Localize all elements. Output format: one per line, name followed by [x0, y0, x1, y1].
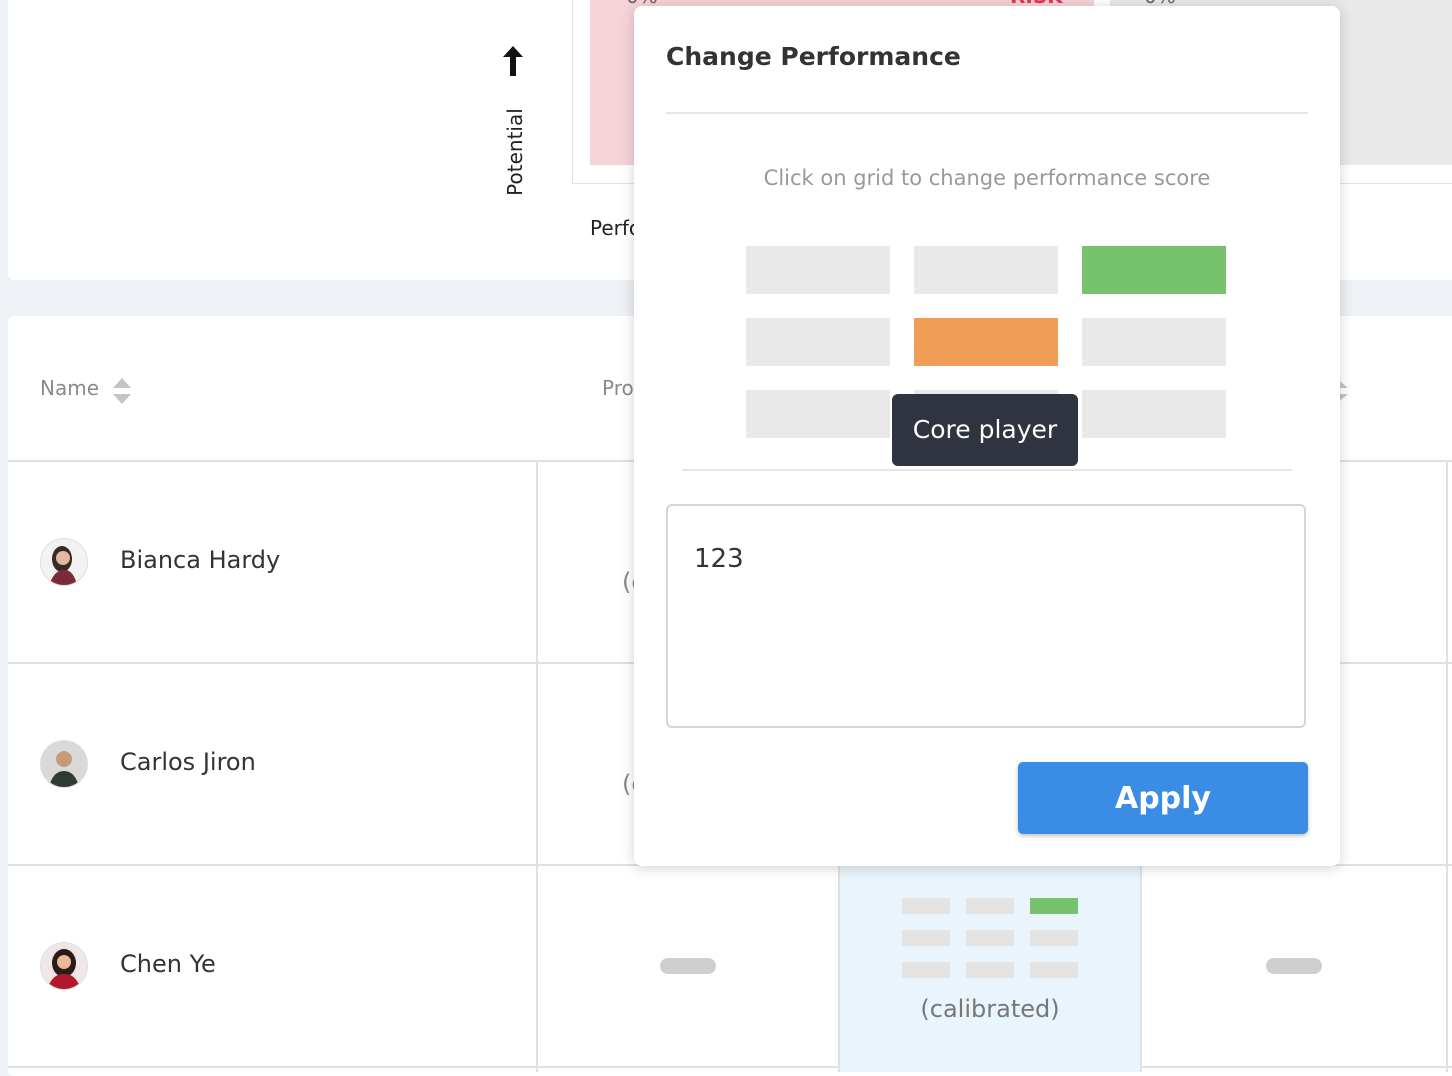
performance-grid-cell-selected[interactable] [1082, 246, 1226, 294]
performance-grid-cell[interactable] [746, 390, 890, 438]
column-divider [536, 462, 538, 1072]
performance-grid-cell[interactable] [1082, 390, 1226, 438]
column-header-partial[interactable]: Pro [602, 376, 634, 400]
person-icon [41, 943, 87, 989]
performance-grid-cell[interactable] [746, 246, 890, 294]
divider [666, 112, 1308, 114]
mini-grid-cell [966, 962, 1014, 978]
row-divider [8, 1066, 1452, 1068]
mini-grid-cell-selected [1030, 898, 1078, 914]
mini-grid-cell [966, 930, 1014, 946]
sort-icon[interactable] [112, 377, 132, 405]
mini-grid-cell [902, 930, 950, 946]
employee-name[interactable]: Bianca Hardy [120, 546, 280, 574]
performance-grid-cell[interactable] [1082, 318, 1226, 366]
avatar [40, 942, 88, 990]
employee-name[interactable]: Carlos Jiron [120, 748, 256, 776]
performance-grid-cell[interactable] [746, 318, 890, 366]
column-divider [1140, 866, 1142, 1072]
mini-grid-cell [902, 962, 950, 978]
mini-grid-cell [902, 898, 950, 914]
calibration-status: (calibrated) [920, 995, 1060, 1023]
mini-grid-cell [1030, 962, 1078, 978]
avatar [40, 740, 88, 788]
person-icon [41, 539, 87, 585]
mini-grid-cell [966, 898, 1014, 914]
column-divider [1446, 462, 1448, 1072]
mini-grid-cell [1030, 930, 1078, 946]
employee-name[interactable]: Chen Ye [120, 950, 216, 978]
mini-performance-grid [902, 898, 1082, 982]
arrow-up-icon [503, 46, 523, 76]
divider [682, 469, 1292, 471]
empty-value-placeholder [1266, 958, 1322, 974]
person-icon [41, 741, 87, 787]
apply-button[interactable]: Apply [1018, 762, 1308, 834]
potential-axis: Potential [470, 44, 550, 196]
grid-cell-tooltip: Core player [892, 394, 1078, 466]
empty-value-placeholder [660, 958, 716, 974]
avatar [40, 538, 88, 586]
performance-grid-cell[interactable] [914, 246, 1058, 294]
performance-grid-cell-hovered[interactable] [914, 318, 1058, 366]
comment-textarea[interactable]: 123 [666, 504, 1306, 728]
potential-axis-label: Potential [503, 108, 527, 196]
column-header-name[interactable]: Name [40, 376, 99, 400]
dialog-hint: Click on grid to change performance scor… [763, 166, 1211, 190]
dialog-title: Change Performance [666, 42, 961, 71]
